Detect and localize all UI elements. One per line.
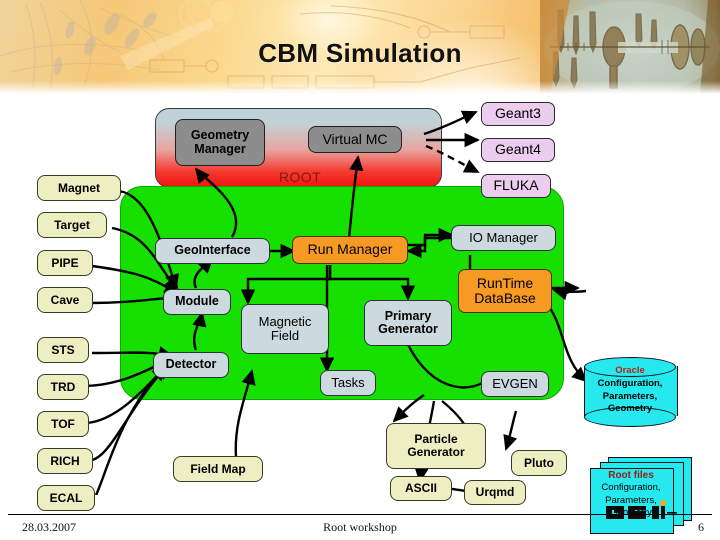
- ascii-label: ASCII: [404, 481, 437, 496]
- tof-label: TOF: [51, 416, 75, 431]
- detector-item-tof[interactable]: TOF: [37, 411, 89, 437]
- oracle-line1: Configuration,: [597, 377, 663, 389]
- oracle-database-cylinder[interactable]: Oracle Configuration, Parameters, Geomet…: [584, 357, 678, 427]
- geometry-manager-label-line2: Manager: [194, 141, 246, 156]
- trd-label: TRD: [50, 379, 76, 394]
- particle-generator-label-line2: Generator: [407, 445, 465, 459]
- io-manager-box[interactable]: IO Manager: [451, 225, 556, 251]
- virtual-mc-label: Virtual MC: [322, 130, 388, 147]
- field-map-label: Field Map: [190, 461, 246, 476]
- runtime-database-box[interactable]: RunTime DataBase: [458, 269, 552, 313]
- detector-label: Detector: [165, 357, 217, 372]
- run-manager-label: Run Manager: [307, 241, 393, 258]
- module-box[interactable]: Module: [163, 289, 231, 315]
- oracle-line2: Parameters,: [602, 390, 658, 402]
- detector-item-pipe[interactable]: PIPE: [37, 250, 93, 276]
- magnet-label: Magnet: [58, 180, 100, 195]
- geant3-box[interactable]: Geant3: [481, 102, 555, 126]
- fluka-label: FLUKA: [493, 177, 539, 194]
- primary-generator-label-line1: Primary: [384, 308, 432, 323]
- io-manager-label: IO Manager: [469, 229, 538, 245]
- pluto-box[interactable]: Pluto: [511, 450, 567, 476]
- target-label: Target: [54, 217, 90, 232]
- evgen-box[interactable]: EVGEN: [481, 371, 549, 397]
- detector-box[interactable]: Detector: [153, 352, 229, 378]
- runtime-database-label-line2: DataBase: [474, 290, 536, 306]
- geant4-box[interactable]: Geant4: [481, 138, 555, 162]
- geo-interface-box[interactable]: GeoInterface: [155, 238, 270, 264]
- tasks-box[interactable]: Tasks: [320, 370, 376, 396]
- primary-generator-label-line2: Generator: [378, 322, 438, 336]
- tasks-label: Tasks: [331, 374, 365, 390]
- geant3-label: Geant3: [495, 105, 541, 122]
- field-map-box[interactable]: Field Map: [173, 456, 263, 482]
- fluka-box[interactable]: FLUKA: [481, 174, 551, 198]
- cbm-simulation-diagram: ROOT Geometry Manager Virtual MC Geant3 …: [0, 95, 720, 534]
- geometry-manager-label-line1: Geometry: [190, 128, 250, 142]
- root-panel-label: ROOT: [279, 169, 322, 185]
- rich-label: RICH: [50, 453, 80, 468]
- root-files-line1: Configuration,: [601, 482, 661, 494]
- detector-item-trd[interactable]: TRD: [37, 374, 89, 400]
- detector-item-sts[interactable]: STS: [37, 337, 89, 363]
- page-title: CBM Simulation: [258, 38, 462, 68]
- oracle-header: Oracle: [615, 365, 645, 376]
- detector-item-target[interactable]: Target: [37, 212, 107, 238]
- pluto-label: Pluto: [524, 455, 554, 470]
- run-manager-box[interactable]: Run Manager: [292, 236, 408, 264]
- runtime-database-label-line1: RunTime: [476, 274, 534, 291]
- particle-generator-box[interactable]: Particle Generator: [386, 423, 486, 469]
- evgen-label: EVGEN: [492, 375, 538, 391]
- banner-bottom-fade: [0, 81, 720, 95]
- magnetic-field-box[interactable]: Magnetic Field: [241, 304, 329, 354]
- gsi-logo-dot: [660, 500, 666, 506]
- gsi-logo: [606, 500, 677, 519]
- magnetic-field-label-line1: Magnetic: [258, 313, 312, 329]
- root-files-header: Root files: [608, 470, 654, 481]
- detector-item-cave[interactable]: Cave: [37, 287, 93, 313]
- footer-page-number: 6: [698, 520, 704, 534]
- module-label: Module: [175, 294, 219, 309]
- detector-item-magnet[interactable]: Magnet: [37, 175, 121, 201]
- oracle-line3: Geometry: [607, 403, 653, 415]
- pipe-label: PIPE: [51, 255, 79, 270]
- detector-item-rich[interactable]: RICH: [37, 448, 93, 474]
- cave-label: Cave: [50, 292, 80, 307]
- geometry-manager-box[interactable]: Geometry Manager: [175, 119, 265, 166]
- virtual-mc-box[interactable]: Virtual MC: [308, 126, 402, 153]
- magnetic-field-label-line2: Field: [270, 328, 300, 343]
- geant4-label: Geant4: [495, 141, 541, 158]
- primary-generator-box[interactable]: Primary Generator: [364, 300, 452, 346]
- geo-interface-label: GeoInterface: [174, 243, 251, 258]
- oracle-cylinder-text: Oracle Configuration, Parameters, Geomet…: [584, 365, 676, 416]
- sts-label: STS: [51, 342, 75, 357]
